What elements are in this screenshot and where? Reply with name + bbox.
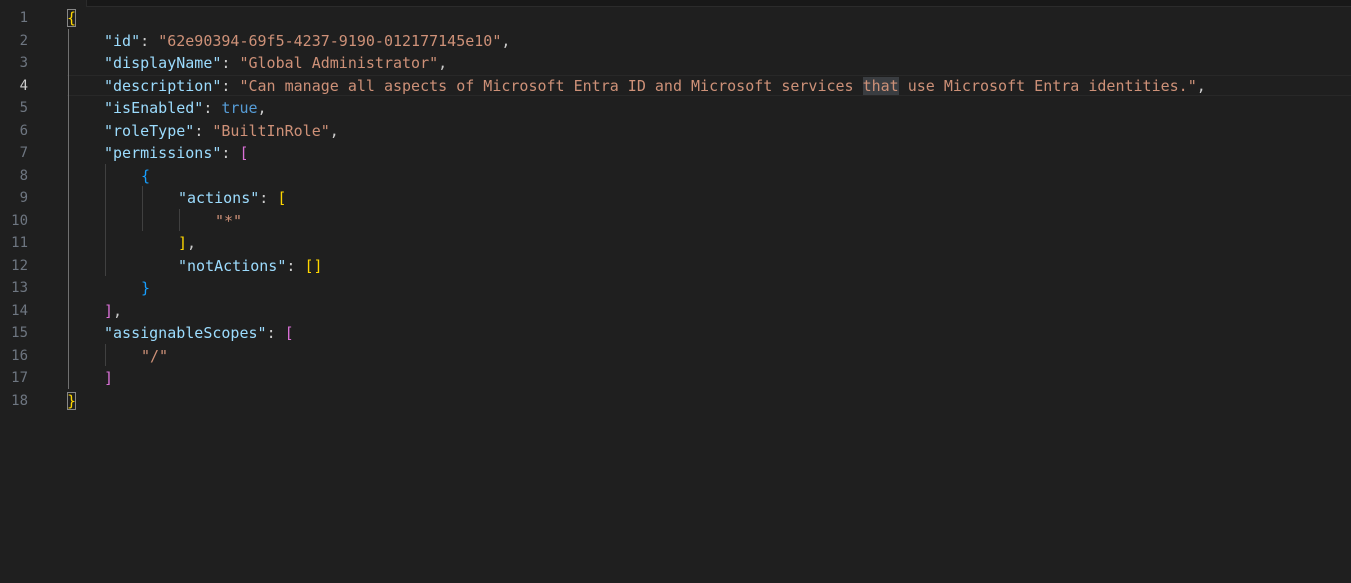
array-open-bracket: [ bbox=[277, 189, 287, 207]
code-line: "permissions": [ bbox=[104, 142, 249, 165]
line-number: 8 bbox=[19, 167, 28, 184]
colon: : bbox=[203, 99, 222, 117]
array-open-bracket: [ bbox=[239, 144, 249, 162]
code-area[interactable]: { "id": "62e90394-69f5-4237-9190-0121771… bbox=[67, 7, 1351, 583]
line-number-active: 4 bbox=[19, 77, 28, 94]
code-line: { bbox=[67, 7, 77, 30]
empty-array: [] bbox=[304, 256, 323, 275]
colon: : bbox=[259, 189, 278, 207]
json-key: "roleType" bbox=[104, 121, 195, 140]
array-close-bracket: ] bbox=[104, 369, 114, 387]
json-key: "actions" bbox=[178, 189, 260, 207]
line-number: 15 bbox=[11, 325, 28, 341]
line-number: 9 bbox=[19, 190, 28, 206]
code-line: "isEnabled": true, bbox=[104, 97, 267, 120]
word-highlight: that bbox=[862, 76, 899, 95]
line-number: 13 bbox=[11, 280, 28, 296]
code-line: "*" bbox=[215, 210, 242, 233]
colon: : bbox=[286, 256, 305, 275]
code-line: "actions": [ bbox=[178, 187, 286, 210]
line-number: 11 bbox=[11, 235, 28, 251]
line-number: 12 bbox=[11, 257, 28, 274]
line-number: 3 bbox=[19, 55, 28, 71]
tab-bar-edge bbox=[0, 0, 1351, 7]
comma: , bbox=[113, 301, 123, 320]
comma: , bbox=[329, 121, 339, 140]
line-number: 2 bbox=[19, 32, 28, 49]
tab-bar-border bbox=[86, 0, 1351, 7]
object-close-brace: } bbox=[141, 279, 151, 297]
json-string: "Can manage all aspects of Microsoft Ent… bbox=[239, 76, 863, 95]
code-line-active: "description": "Can manage all aspects o… bbox=[104, 75, 1206, 98]
comma: , bbox=[187, 234, 197, 252]
line-number: 17 bbox=[11, 370, 28, 386]
code-line: ], bbox=[104, 300, 122, 323]
code-line: ] bbox=[104, 367, 113, 390]
code-line: "/" bbox=[141, 345, 168, 368]
json-key: "assignableScopes" bbox=[104, 324, 267, 342]
line-number-gutter[interactable]: 1 2 3 4 5 6 7 8 9 10 11 12 13 14 15 16 1… bbox=[0, 7, 44, 583]
code-line: "roleType": "BuiltInRole", bbox=[104, 120, 339, 143]
json-string: "Global Administrator" bbox=[239, 54, 439, 72]
json-string: "/" bbox=[141, 346, 169, 365]
line-number: 10 bbox=[11, 212, 28, 229]
code-line: "displayName": "Global Administrator", bbox=[104, 52, 447, 75]
code-line: "assignableScopes": [ bbox=[104, 322, 294, 345]
code-line: } bbox=[141, 277, 150, 300]
json-key: "description" bbox=[104, 76, 222, 95]
line-number: 16 bbox=[11, 347, 28, 364]
colon: : bbox=[221, 76, 240, 95]
code-line: { bbox=[141, 165, 150, 188]
comma: , bbox=[501, 31, 511, 50]
json-string: use Microsoft Entra identities." bbox=[898, 76, 1197, 95]
code-line: } bbox=[67, 390, 77, 413]
code-line: ], bbox=[178, 232, 196, 255]
line-number: 18 bbox=[11, 392, 28, 409]
object-open-brace: { bbox=[141, 166, 151, 185]
colon: : bbox=[194, 121, 213, 140]
array-close-bracket: ] bbox=[104, 301, 114, 320]
colon: : bbox=[221, 144, 240, 162]
json-key: "isEnabled" bbox=[104, 99, 204, 117]
comma: , bbox=[438, 54, 448, 72]
line-number: 5 bbox=[19, 100, 28, 116]
colon: : bbox=[266, 324, 285, 342]
root-close-brace: } bbox=[67, 391, 77, 410]
code-editor[interactable]: 1 2 3 4 5 6 7 8 9 10 11 12 13 14 15 16 1… bbox=[0, 0, 1351, 583]
json-string: "BuiltInRole" bbox=[212, 121, 330, 140]
array-open-bracket: [ bbox=[284, 324, 294, 342]
code-line: "notActions": [] bbox=[178, 255, 323, 278]
json-string: "*" bbox=[215, 211, 243, 230]
json-key: "id" bbox=[104, 31, 141, 50]
comma: , bbox=[1196, 76, 1206, 95]
colon: : bbox=[140, 31, 159, 50]
comma: , bbox=[257, 99, 267, 117]
json-key: "notActions" bbox=[178, 256, 287, 275]
code-line: "id": "62e90394-69f5-4237-9190-012177145… bbox=[104, 30, 510, 53]
json-string: "62e90394-69f5-4237-9190-012177145e10" bbox=[158, 31, 502, 50]
line-number: 14 bbox=[11, 302, 28, 319]
root-open-brace: { bbox=[67, 9, 77, 27]
json-key: "permissions" bbox=[104, 144, 222, 162]
json-key: "displayName" bbox=[104, 54, 222, 72]
line-number: 6 bbox=[19, 122, 28, 139]
colon: : bbox=[221, 54, 240, 72]
line-number: 7 bbox=[19, 145, 28, 161]
array-close-bracket: ] bbox=[178, 234, 188, 252]
line-number: 1 bbox=[19, 10, 28, 26]
json-boolean: true bbox=[221, 99, 258, 117]
